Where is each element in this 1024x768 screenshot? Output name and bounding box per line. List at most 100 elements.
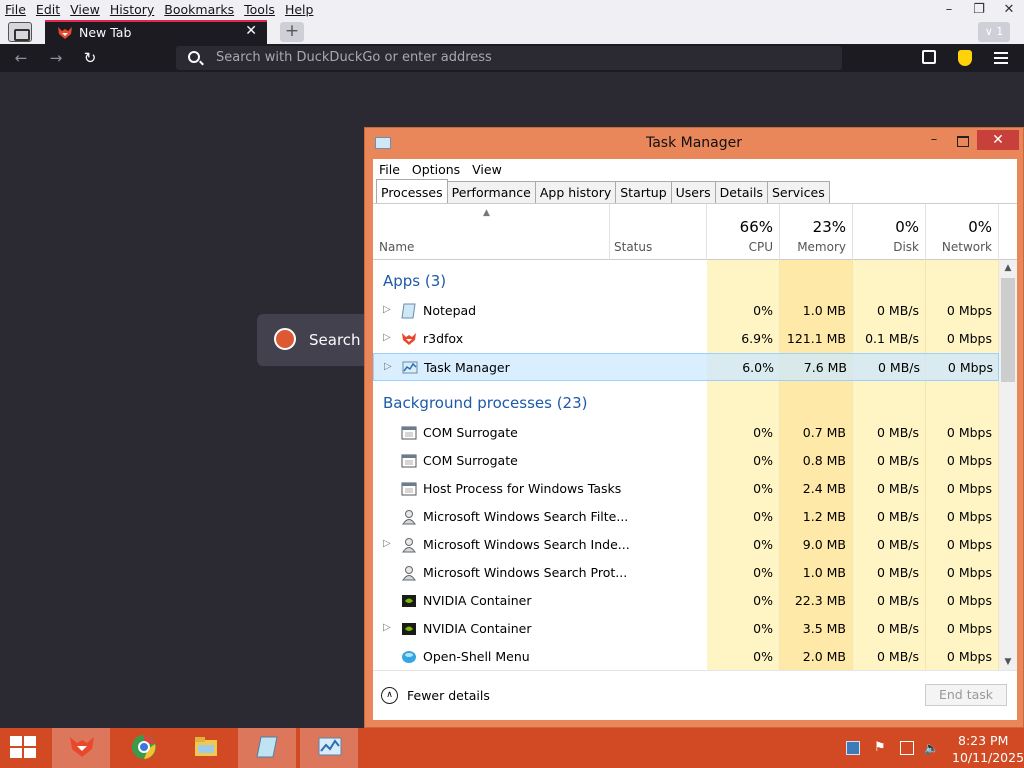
scroll-thumb[interactable] bbox=[1001, 278, 1015, 382]
expand-icon[interactable]: ▷ bbox=[383, 622, 391, 633]
expand-icon[interactable]: ▷ bbox=[384, 361, 392, 372]
end-task-button[interactable]: End task bbox=[925, 684, 1007, 706]
fewer-details-link[interactable]: Fewer details bbox=[407, 688, 490, 703]
process-cpu: 0% bbox=[753, 453, 773, 468]
minimize-button[interactable]: – bbox=[934, 0, 964, 20]
forward-button[interactable]: → bbox=[45, 48, 67, 68]
process-network: 0 Mbps bbox=[946, 621, 992, 636]
tab-close-icon[interactable]: ✕ bbox=[245, 23, 257, 39]
tab-details[interactable]: Details bbox=[714, 181, 768, 203]
menu-help[interactable]: Help bbox=[280, 0, 319, 20]
collapse-icon[interactable]: ∧ bbox=[381, 687, 398, 704]
tab-services[interactable]: Services bbox=[767, 181, 830, 203]
process-row[interactable]: COM Surrogate 0% 0.7 MB 0 MB/s 0 Mbps bbox=[373, 419, 999, 447]
column-header-disk[interactable]: 0% Disk bbox=[853, 204, 926, 260]
process-list: Apps (3) ▷ Notepad 0% 1.0 MB 0 MB/s 0 Mbps ▷ r3… bbox=[373, 260, 999, 670]
tab-new-tab[interactable]: New Tab ✕ bbox=[45, 20, 267, 44]
tab-list-icon[interactable] bbox=[8, 22, 32, 42]
volume-icon[interactable]: 🔈 bbox=[924, 741, 939, 755]
shield-icon[interactable] bbox=[958, 50, 972, 66]
menu-bookmarks[interactable]: Bookmarks bbox=[159, 0, 239, 20]
process-row[interactable]: ▷ Notepad 0% 1.0 MB 0 MB/s 0 Mbps bbox=[373, 297, 999, 325]
close-button[interactable]: ✕ bbox=[994, 0, 1024, 20]
vertical-scrollbar[interactable]: ▲ ▼ bbox=[999, 260, 1017, 670]
process-row[interactable]: ▷ r3dfox 6.9% 121.1 MB 0.1 MB/s 0 Mbps bbox=[373, 325, 999, 353]
process-disk: 0 MB/s bbox=[876, 537, 919, 552]
process-cpu: 0% bbox=[753, 621, 773, 636]
new-tab-button[interactable]: + bbox=[280, 22, 304, 42]
process-memory: 1.0 MB bbox=[802, 303, 846, 318]
expand-icon[interactable]: ▷ bbox=[383, 538, 391, 549]
memory-total: 23% bbox=[812, 218, 846, 236]
menu-tools[interactable]: Tools bbox=[239, 0, 280, 20]
tm-maximize-button[interactable] bbox=[949, 132, 975, 152]
process-row[interactable]: Open-Shell Menu 0% 2.0 MB 0 MB/s 0 Mbps bbox=[373, 643, 999, 670]
process-row[interactable]: ▷ NVIDIA Container 0% 3.5 MB 0 MB/s 0 Mbps bbox=[373, 615, 999, 643]
menu-file[interactable]: File bbox=[0, 0, 31, 20]
column-header-name[interactable]: ▲ Name bbox=[373, 204, 609, 260]
process-row[interactable]: Host Process for Windows Tasks 0% 2.4 MB 0 … bbox=[373, 475, 999, 503]
column-label-disk: Disk bbox=[893, 240, 919, 254]
tm-menu-file[interactable]: File bbox=[373, 159, 406, 179]
tab-users[interactable]: Users bbox=[670, 181, 716, 203]
menu-view[interactable]: View bbox=[65, 0, 105, 20]
taskbar-chrome[interactable] bbox=[114, 728, 172, 768]
process-network: 0 Mbps bbox=[946, 565, 992, 580]
tab-startup[interactable]: Startup bbox=[615, 181, 672, 203]
flag-icon[interactable]: ⚑ bbox=[874, 741, 888, 755]
process-row[interactable]: ▷ Task Manager 6.0% 7.6 MB 0 MB/s 0 Mbps bbox=[373, 353, 999, 381]
process-disk: 0 MB/s bbox=[876, 425, 919, 440]
process-row[interactable]: Microsoft Windows Search Filte... 0% 1.2 M… bbox=[373, 503, 999, 531]
tab-processes[interactable]: Processes bbox=[376, 179, 448, 203]
open-shell-icon bbox=[401, 649, 417, 665]
process-memory: 3.5 MB bbox=[802, 621, 846, 636]
task-manager-titlebar[interactable]: Task Manager – ✕ bbox=[365, 128, 1023, 159]
column-label-name: Name bbox=[379, 240, 415, 254]
windows-start-icon[interactable] bbox=[10, 736, 38, 760]
expand-icon[interactable]: ▷ bbox=[383, 332, 391, 343]
menu-icon[interactable] bbox=[994, 52, 1008, 64]
column-header-network[interactable]: 0% Network bbox=[926, 204, 999, 260]
search-icon bbox=[188, 51, 200, 63]
tab-app-history[interactable]: App history bbox=[534, 181, 617, 203]
extensions-icon[interactable] bbox=[922, 50, 936, 64]
process-network: 0 Mbps bbox=[946, 537, 992, 552]
tm-menu-options[interactable]: Options bbox=[406, 159, 466, 179]
expand-icon[interactable]: ▷ bbox=[383, 304, 391, 315]
process-cpu: 0% bbox=[753, 303, 773, 318]
menu-history[interactable]: History bbox=[105, 0, 159, 20]
url-bar[interactable]: Search with DuckDuckGo or enter address bbox=[176, 46, 842, 70]
taskbar-r3dfox[interactable] bbox=[52, 728, 110, 768]
clock-time[interactable]: 8:23 PM bbox=[958, 733, 1008, 748]
taskbar-notepad[interactable] bbox=[238, 728, 296, 768]
menu-edit[interactable]: Edit bbox=[31, 0, 65, 20]
tm-menu-view[interactable]: View bbox=[466, 159, 508, 179]
process-row[interactable]: ▷ Microsoft Windows Search Inde... 0% 9.0 M… bbox=[373, 531, 999, 559]
column-header-status[interactable]: Status bbox=[609, 204, 707, 260]
reload-button[interactable]: ↻ bbox=[79, 48, 101, 68]
taskbar-task-manager[interactable] bbox=[300, 728, 358, 768]
back-button[interactable]: ← bbox=[10, 48, 32, 68]
taskbar-file-explorer[interactable] bbox=[176, 728, 234, 768]
process-row[interactable]: COM Surrogate 0% 0.8 MB 0 MB/s 0 Mbps bbox=[373, 447, 999, 475]
navigation-bar: ← → ↻ Search with DuckDuckGo or enter ad… bbox=[0, 44, 1024, 72]
monitor-icon[interactable] bbox=[900, 741, 914, 755]
restore-button[interactable]: ❐ bbox=[964, 0, 994, 20]
process-memory: 1.2 MB bbox=[802, 509, 846, 524]
process-name: Microsoft Windows Search Inde... bbox=[423, 537, 630, 552]
scroll-down-icon[interactable]: ▼ bbox=[999, 657, 1017, 667]
clock-date[interactable]: 10/11/2025 bbox=[952, 750, 1024, 765]
tab-count-button[interactable]: ∨ 1 bbox=[978, 22, 1010, 42]
tm-close-button[interactable]: ✕ bbox=[977, 130, 1019, 150]
tm-minimize-button[interactable]: – bbox=[921, 132, 947, 152]
nvidia-icon bbox=[401, 621, 417, 637]
tab-performance[interactable]: Performance bbox=[446, 181, 536, 203]
group-heading-background[interactable]: Background processes (23) bbox=[383, 394, 588, 412]
scroll-up-icon[interactable]: ▲ bbox=[999, 263, 1017, 273]
column-header-cpu[interactable]: 66% CPU bbox=[707, 204, 780, 260]
process-row[interactable]: Microsoft Windows Search Prot... 0% 1.0 MB… bbox=[373, 559, 999, 587]
column-header-memory[interactable]: 23% Memory bbox=[780, 204, 853, 260]
group-heading-apps[interactable]: Apps (3) bbox=[383, 272, 446, 290]
network-icon[interactable] bbox=[846, 741, 860, 755]
process-row[interactable]: NVIDIA Container 0% 22.3 MB 0 MB/s 0 Mbps bbox=[373, 587, 999, 615]
